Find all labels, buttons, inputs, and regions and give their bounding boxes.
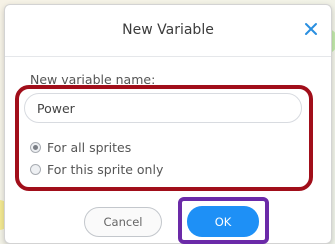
radio-selected-icon[interactable] xyxy=(30,142,41,153)
close-icon[interactable] xyxy=(301,19,321,39)
cancel-button[interactable]: Cancel xyxy=(84,207,162,237)
scope-option-all-sprites[interactable]: For all sprites xyxy=(30,140,131,155)
dialog-title-bar: New Variable xyxy=(5,5,331,57)
close-icon-glyph xyxy=(305,23,317,35)
variable-name-input[interactable] xyxy=(24,93,302,123)
new-variable-dialog: New Variable xyxy=(4,4,332,244)
radio-unselected-icon[interactable] xyxy=(30,164,41,175)
scope-option-label: For all sprites xyxy=(47,140,132,155)
scope-option-label: For this sprite only xyxy=(47,162,164,177)
ok-button[interactable]: OK xyxy=(187,206,259,237)
scope-option-this-sprite[interactable]: For this sprite only xyxy=(30,162,163,177)
variable-name-label: New variable name: xyxy=(30,72,156,87)
dialog-title: New Variable xyxy=(122,22,214,38)
